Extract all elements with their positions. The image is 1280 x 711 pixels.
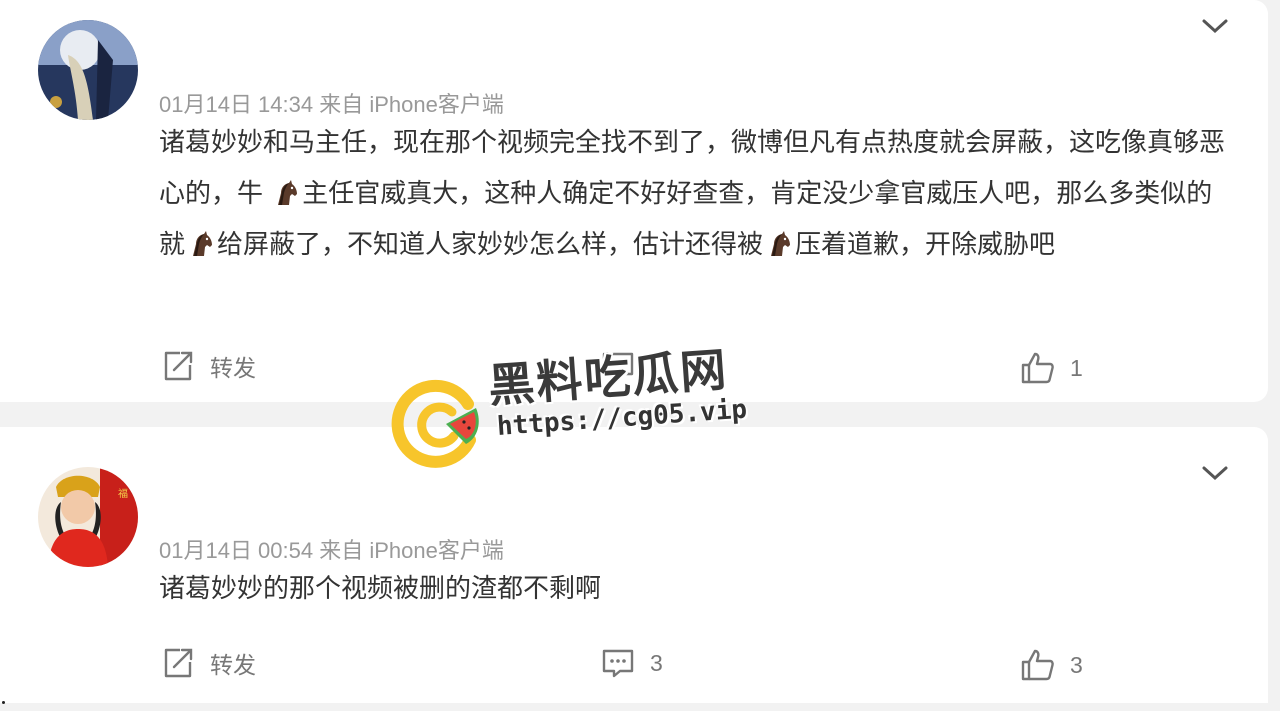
repost-icon (164, 351, 193, 381)
watermark-logo-icon (391, 379, 479, 468)
chevron-down-icon[interactable] (1200, 463, 1230, 483)
horse-emoji (765, 230, 793, 258)
svg-text:福: 福 (118, 487, 128, 500)
like-count: 1 (1070, 354, 1083, 381)
repost-button[interactable]: 转发 (160, 348, 256, 384)
like-count: 3 (1070, 651, 1083, 678)
stray-dot (2, 701, 5, 704)
comment-icon (602, 649, 634, 678)
avatar[interactable] (38, 20, 138, 120)
comment-button[interactable]: 3 (600, 645, 663, 681)
repost-icon (164, 648, 193, 678)
like-button[interactable]: 3 (1020, 647, 1083, 683)
comment-text: 诸葛妙妙的那个视频被删的渣都不剩啊 (159, 573, 602, 603)
chevron-down-icon[interactable] (1200, 16, 1230, 36)
comment-meta: 01月14日 00:54 来自 iPhone客户端 (159, 538, 504, 563)
watermark: 黑料吃瓜网 https://cg05.vip (388, 343, 748, 470)
horse-emoji (187, 230, 215, 258)
repost-label: 转发 (210, 355, 256, 381)
comment-meta: 01月14日 14:34 来自 iPhone客户端 (159, 92, 504, 117)
like-button[interactable]: 1 (1020, 350, 1083, 386)
horse-emoji (272, 179, 300, 207)
comment-text: 诸葛妙妙和马主任，现在那个视频完全找不到了，微博但凡有点热度就会屏蔽，这吃像真够… (159, 127, 1226, 259)
comment-count: 3 (650, 649, 663, 676)
avatar[interactable]: 福 (38, 467, 138, 567)
thumbs-up-icon (1021, 649, 1054, 681)
thumbs-up-icon (1021, 352, 1054, 384)
repost-button[interactable]: 转发 (160, 645, 256, 681)
repost-label: 转发 (210, 652, 256, 678)
